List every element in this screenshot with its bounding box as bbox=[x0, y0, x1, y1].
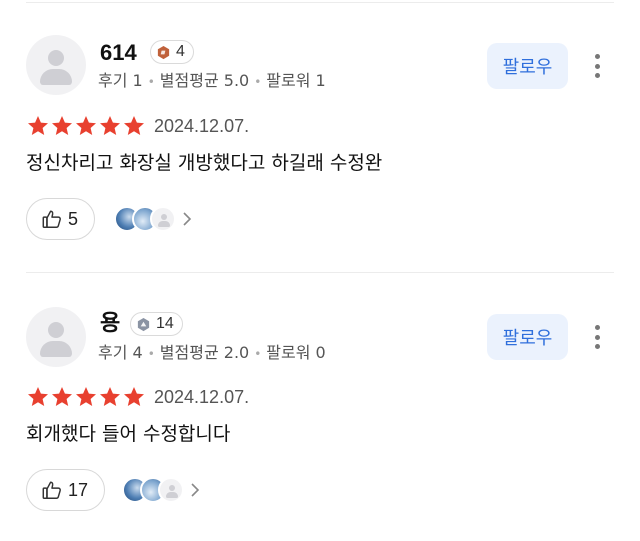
default-user-icon bbox=[158, 477, 184, 503]
top-divider bbox=[26, 2, 614, 3]
review-text: 회개했다 들어 수정합니다 bbox=[26, 423, 231, 445]
user-avatar[interactable] bbox=[26, 307, 86, 367]
default-user-icon bbox=[150, 206, 176, 232]
star-icon bbox=[76, 116, 96, 135]
follow-button[interactable]: 팔로우 bbox=[487, 314, 568, 360]
rating-row: 2024.12.07. bbox=[26, 385, 249, 409]
reviewer-name[interactable]: 614 bbox=[100, 40, 137, 66]
review-count: 후기 1 bbox=[98, 71, 143, 90]
default-user-icon bbox=[48, 322, 64, 338]
more-vertical-icon[interactable] bbox=[588, 322, 606, 352]
chevron-right-icon bbox=[183, 212, 192, 226]
star-icon bbox=[124, 387, 144, 406]
star-icon bbox=[124, 116, 144, 135]
like-count: 5 bbox=[68, 208, 79, 229]
level-hexagon-icon bbox=[157, 45, 170, 59]
chevron-right-icon bbox=[191, 483, 200, 497]
level-number: 4 bbox=[176, 43, 185, 60]
reviewer-name[interactable]: 용 bbox=[100, 310, 120, 336]
level-badge: 14 bbox=[130, 312, 183, 336]
average-rating: 별점평균 5.0 bbox=[159, 71, 250, 90]
review-text: 정신차리고 화장실 개방했다고 하길래 수정완 bbox=[26, 152, 383, 174]
star-icon bbox=[76, 387, 96, 406]
average-rating: 별점평균 2.0 bbox=[159, 343, 250, 362]
thumbs-up-icon bbox=[42, 210, 61, 228]
likers-preview[interactable] bbox=[114, 206, 192, 232]
review-date: 2024.12.07. bbox=[154, 386, 250, 407]
likers-preview[interactable] bbox=[122, 477, 200, 503]
like-button[interactable]: 5 bbox=[26, 198, 96, 240]
user-avatar[interactable] bbox=[26, 35, 86, 95]
star-icon bbox=[52, 387, 72, 406]
like-button[interactable]: 17 bbox=[26, 469, 106, 511]
star-icon bbox=[100, 387, 120, 406]
more-vertical-icon[interactable] bbox=[588, 51, 606, 81]
review-divider bbox=[26, 272, 614, 273]
follower-count: 팔로워 1 bbox=[266, 71, 326, 90]
star-rating bbox=[26, 114, 146, 138]
level-number: 14 bbox=[156, 315, 174, 332]
review-count: 후기 4 bbox=[98, 343, 143, 362]
review-date: 2024.12.07. bbox=[154, 115, 250, 136]
star-icon bbox=[100, 116, 120, 135]
star-rating bbox=[26, 385, 146, 409]
reviewer-stats: 후기 4 • 별점평균 2.0 • 팔로워 0 bbox=[98, 343, 326, 362]
star-icon bbox=[28, 116, 48, 135]
star-icon bbox=[28, 387, 48, 406]
thumbs-up-icon bbox=[42, 481, 61, 499]
like-count: 17 bbox=[68, 479, 89, 500]
star-icon bbox=[52, 116, 72, 135]
rating-row: 2024.12.07. bbox=[26, 114, 249, 138]
level-hexagon-icon bbox=[137, 317, 150, 331]
default-user-icon bbox=[48, 50, 64, 66]
level-badge: 4 bbox=[150, 40, 194, 64]
follow-button[interactable]: 팔로우 bbox=[487, 43, 568, 89]
reviewer-stats: 후기 1 • 별점평균 5.0 • 팔로워 1 bbox=[98, 71, 326, 90]
follower-count: 팔로워 0 bbox=[266, 343, 326, 362]
